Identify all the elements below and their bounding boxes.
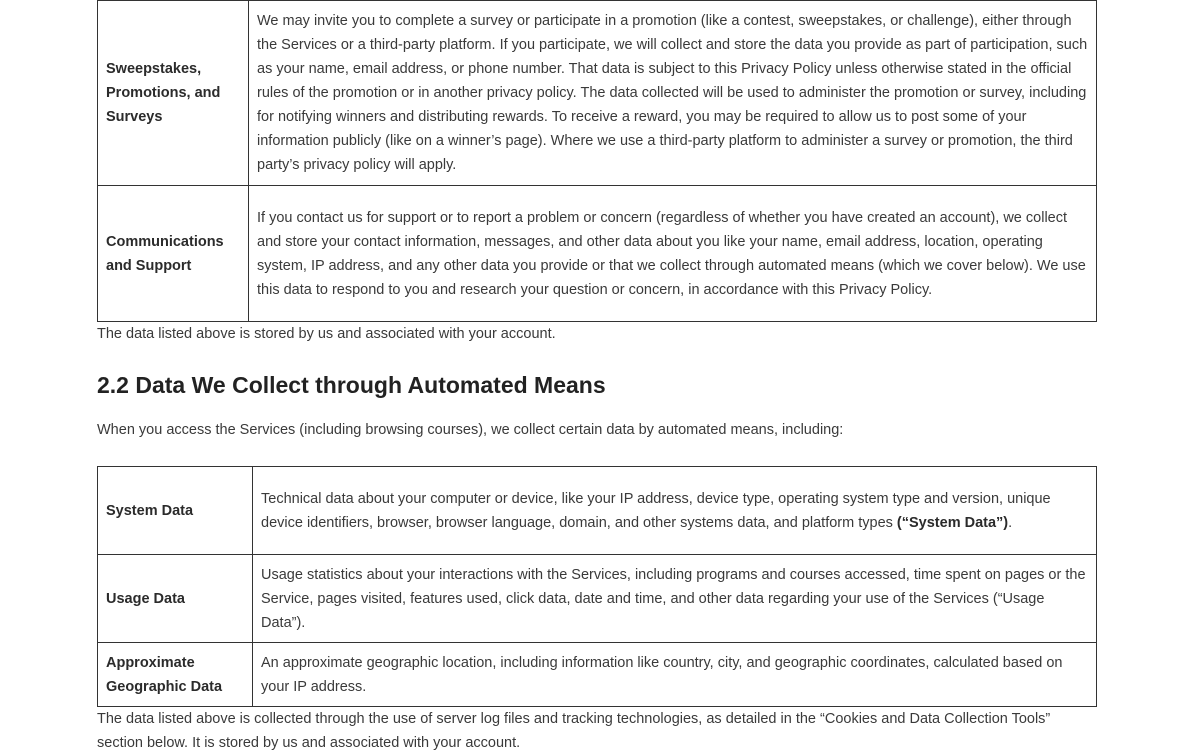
data-table-provided: Sweepstakes, Promotions, and Surveys We … (97, 0, 1097, 322)
row-label-sweepstakes: Sweepstakes, Promotions, and Surveys (97, 0, 249, 186)
row-description-system-data: Technical data about your computer or de… (252, 466, 1097, 555)
row-label-system-data: System Data (97, 466, 253, 555)
table-footnote: The data listed above is stored by us an… (97, 326, 556, 342)
row-label-communications: Communications and Support (97, 185, 249, 322)
row-description-geographic-data: An approximate geographic location, incl… (252, 642, 1097, 707)
data-table-automated: System Data Technical data about your co… (97, 466, 1097, 707)
system-data-end: . (1008, 514, 1013, 531)
table-row: Approximate Geographic Data An approxima… (97, 642, 1097, 707)
table-row: Usage Data Usage statistics about your i… (97, 554, 1097, 643)
row-label-usage-data: Usage Data (97, 554, 253, 643)
table-row: Communications and Support If you contac… (97, 185, 1097, 322)
table-row: Sweepstakes, Promotions, and Surveys We … (97, 0, 1097, 186)
system-data-term: (“System Data”) (896, 514, 1009, 531)
row-description-communications: If you contact us for support or to repo… (248, 185, 1097, 322)
row-label-geographic-data: Approximate Geographic Data (97, 642, 253, 707)
section-heading: 2.2 Data We Collect through Automated Me… (97, 372, 606, 398)
table-footnote: The data listed above is collected throu… (97, 711, 1051, 750)
section-intro: When you access the Services (including … (97, 422, 844, 438)
row-description-sweepstakes: We may invite you to complete a survey o… (248, 0, 1097, 186)
table-row: System Data Technical data about your co… (97, 466, 1097, 555)
row-description-usage-data: Usage statistics about your interactions… (252, 554, 1097, 643)
page: Sweepstakes, Promotions, and Surveys We … (0, 0, 1200, 750)
policy-content: Sweepstakes, Promotions, and Surveys We … (97, 0, 1097, 750)
